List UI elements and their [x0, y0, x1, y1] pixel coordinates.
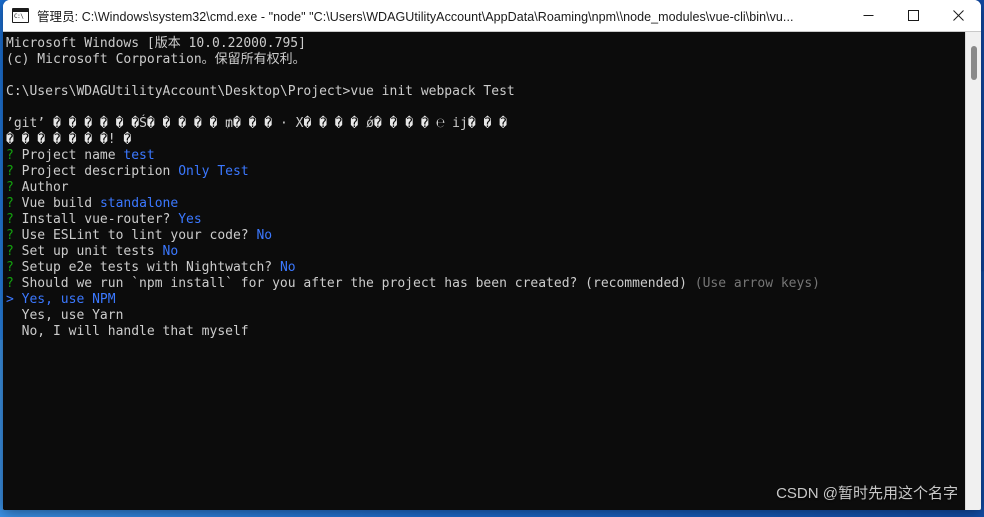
close-button[interactable] — [936, 0, 981, 31]
console-scrollbar[interactable] — [965, 32, 981, 510]
console-line: � � � � � � �! � — [6, 132, 965, 148]
console-text: Microsoft Windows [版本 10.0.22000.795] — [6, 36, 306, 51]
console-text: � � � � � � � — [6, 132, 108, 147]
console-text: ǿ — [358, 116, 374, 131]
console-text: � — [123, 132, 132, 147]
console-text: � � � � � � — [52, 116, 140, 131]
console-text: Project name — [21, 148, 124, 163]
console-text: (c) Microsoft Corporation。保留所有权利。 — [6, 52, 306, 67]
console-line: ? Install vue-router? Yes — [6, 212, 965, 228]
desktop-background: 管理员: C:\Windows\system32\cmd.exe - "node… — [0, 0, 984, 517]
console-text: ℮ ij — [428, 116, 468, 131]
console-text: � � � � — [373, 116, 429, 131]
console-text: � � � — [467, 116, 507, 131]
console-text: > — [6, 292, 22, 307]
console-text: Setup e2e tests with Nightwatch? — [21, 260, 280, 275]
console-text: test — [123, 148, 155, 163]
console-text: (Use arrow keys) — [694, 276, 820, 291]
console-text: Set up unit tests — [21, 244, 163, 259]
window-title-text: 管理员: C:\Windows\system32\cmd.exe - "node… — [37, 10, 794, 24]
console-line: ? Set up unit tests No — [6, 244, 965, 260]
cmd-console-icon — [12, 8, 29, 23]
console-text: Vue build — [21, 196, 100, 211]
console-text: Yes, use NPM — [21, 292, 116, 307]
console-text: C:\Users\WDAGUtilityAccount\Desktop\Proj… — [6, 84, 515, 99]
console-line: ? Project description Only Test — [6, 164, 965, 180]
console-text: Only Test — [178, 164, 249, 179]
console-text: Install vue-router? — [21, 212, 179, 227]
console-line: ? Vue build standalone — [6, 196, 965, 212]
console-area: Microsoft Windows [版本 10.0.22000.795] (c)… — [3, 31, 981, 510]
console-text: Use ESLint to lint your code? — [21, 228, 257, 243]
window-title-bar[interactable]: 管理员: C:\Windows\system32\cmd.exe - "node… — [3, 0, 981, 31]
console-text: ? — [6, 260, 22, 275]
console-line: ? Setup e2e tests with Nightwatch? No — [6, 260, 965, 276]
console-line: C:\Users\WDAGUtilityAccount\Desktop\Proj… — [6, 84, 965, 100]
console-text: ? — [6, 148, 22, 163]
console-line: ? Project name test — [6, 148, 965, 164]
console-text: No — [279, 260, 296, 275]
console-text: � � � � — [303, 116, 359, 131]
window-controls — [846, 0, 981, 31]
command-prompt-window: 管理员: C:\Windows\system32\cmd.exe - "node… — [3, 0, 981, 510]
console-output[interactable]: Microsoft Windows [版本 10.0.22000.795] (c)… — [3, 32, 965, 510]
console-text: No — [256, 228, 273, 243]
console-text: · X — [272, 116, 304, 131]
console-text: ? — [6, 276, 22, 291]
console-text: � � � � � — [146, 116, 218, 131]
console-text: Should we run `npm install` for you afte… — [21, 276, 695, 291]
console-line: > Yes, use NPM — [6, 292, 965, 308]
console-text: ! — [107, 132, 124, 147]
console-text: No, I will handle that myself — [6, 324, 249, 339]
console-line: No, I will handle that myself — [6, 324, 965, 340]
console-text: Yes, use Yarn — [6, 308, 124, 323]
console-text: Yes — [178, 212, 202, 227]
console-line: Yes, use Yarn — [6, 308, 965, 324]
console-text: Project description — [21, 164, 179, 179]
console-line: (c) Microsoft Corporation。保留所有权利。 — [6, 52, 965, 68]
console-line: Microsoft Windows [版本 10.0.22000.795] — [6, 36, 965, 52]
console-text: Author — [21, 180, 69, 195]
console-text: Ś — [139, 116, 147, 131]
minimize-button[interactable] — [846, 0, 891, 31]
console-text: standalone — [99, 196, 179, 211]
console-line: ? Author — [6, 180, 965, 196]
console-line: ? Use ESLint to lint your code? No — [6, 228, 965, 244]
console-text: � � � — [233, 116, 273, 131]
console-text: No — [162, 244, 179, 259]
console-text: ? — [6, 164, 22, 179]
console-text: ? — [6, 244, 22, 259]
maximize-button[interactable] — [891, 0, 936, 31]
console-text: ? — [6, 196, 22, 211]
console-text: ’git’ — [6, 116, 53, 131]
console-text: ? — [6, 180, 22, 195]
console-line: ’git’ � � � � � �Ś� � � � � ₥� � � · X� … — [6, 116, 965, 132]
console-text: ? — [6, 212, 22, 227]
console-line: ? Should we run `npm install` for you af… — [6, 276, 965, 292]
console-text: ₥ — [217, 116, 233, 131]
scrollbar-thumb[interactable] — [971, 46, 977, 80]
console-text: ? — [6, 228, 22, 243]
